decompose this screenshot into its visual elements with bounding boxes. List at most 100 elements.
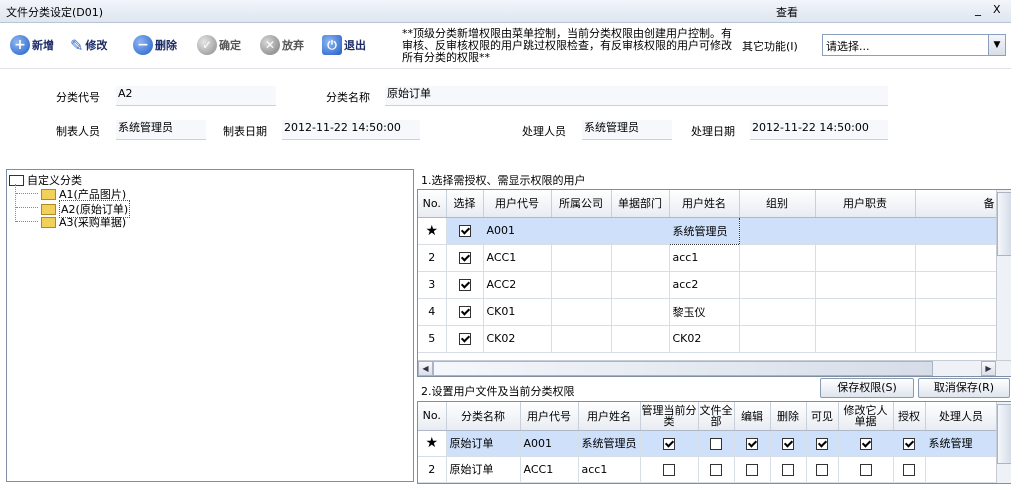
user-code-cell[interactable]: ACC1 — [483, 244, 552, 272]
checkbox[interactable] — [746, 463, 758, 476]
checkbox[interactable] — [710, 463, 722, 476]
remark-cell[interactable] — [915, 244, 998, 272]
category-name-field[interactable]: 原始订单 — [385, 86, 888, 106]
scroll-thumb[interactable] — [997, 404, 1011, 464]
user-code-cell[interactable]: CK01 — [483, 298, 552, 326]
col-group[interactable]: 组别 — [739, 190, 816, 218]
col-no[interactable]: No. — [418, 402, 447, 431]
col-delete[interactable]: 删除 — [770, 402, 807, 431]
checkbox[interactable] — [859, 437, 872, 450]
user-code-cell[interactable]: A001 — [520, 430, 579, 457]
col-manage-category[interactable]: 管理当前分类 — [640, 402, 699, 431]
handler-cell[interactable]: 系统管理 — [925, 430, 998, 457]
user-name-cell[interactable]: acc2 — [669, 271, 740, 299]
duty-cell[interactable] — [815, 244, 916, 272]
confirm-button[interactable]: ✓ 确定 — [197, 34, 241, 56]
edit-button[interactable]: ✎ 修改 — [70, 34, 107, 56]
dept-cell[interactable] — [611, 298, 670, 326]
table-row[interactable]: 5 CK02 CK02 — [418, 325, 998, 353]
checkbox[interactable] — [746, 437, 758, 450]
col-category-name[interactable]: 分类名称 — [446, 402, 521, 431]
checkbox[interactable] — [782, 463, 794, 476]
grant-cell[interactable] — [893, 430, 926, 457]
view-menu[interactable]: 查看 — [776, 4, 798, 20]
checkbox[interactable] — [458, 333, 471, 345]
creator-field[interactable]: 系统管理员 — [116, 120, 206, 140]
all-files-cell[interactable] — [698, 430, 735, 457]
dept-cell[interactable] — [611, 271, 670, 299]
row-checkbox[interactable] — [446, 244, 484, 272]
modify-others-cell[interactable] — [838, 430, 894, 457]
duty-cell[interactable] — [815, 298, 916, 326]
tree-node-a3[interactable]: A3(采购单据) — [41, 214, 126, 230]
dept-cell[interactable] — [611, 325, 670, 353]
cancel-save-button[interactable]: 取消保存(R) — [918, 378, 1010, 398]
user-code-cell[interactable]: ACC1 — [520, 456, 579, 483]
col-remark[interactable]: 备 — [915, 190, 998, 218]
dept-cell[interactable] — [611, 217, 670, 245]
col-handler[interactable]: 处理人员 — [925, 402, 998, 431]
col-edit[interactable]: 编辑 — [734, 402, 771, 431]
col-grant[interactable]: 授权 — [893, 402, 926, 431]
col-user-name[interactable]: 用户姓名 — [578, 402, 641, 431]
duty-cell[interactable] — [815, 325, 916, 353]
col-user-code[interactable]: 用户代号 — [483, 190, 552, 218]
visible-cell[interactable] — [806, 456, 839, 483]
col-no[interactable]: No. — [418, 190, 447, 218]
col-visible[interactable]: 可见 — [806, 402, 839, 431]
row-checkbox[interactable] — [446, 271, 484, 299]
scroll-thumb[interactable] — [997, 192, 1011, 256]
user-code-cell[interactable]: CK02 — [483, 325, 552, 353]
remark-cell[interactable] — [915, 217, 998, 245]
manage-cell[interactable] — [640, 430, 699, 457]
table-row[interactable]: ★ A001 系统管理员 — [418, 216, 998, 245]
modify-others-cell[interactable] — [838, 456, 894, 483]
discard-button[interactable]: ✕ 放弃 — [260, 34, 304, 56]
handler-cell[interactable] — [925, 456, 998, 483]
checkbox[interactable] — [710, 437, 722, 450]
scroll-left-icon[interactable]: ◀ — [418, 361, 433, 376]
col-company[interactable]: 所属公司 — [551, 190, 612, 218]
delete-cell[interactable] — [770, 456, 807, 483]
row-checkbox[interactable] — [446, 325, 484, 353]
dept-cell[interactable] — [611, 244, 670, 272]
delete-cell[interactable] — [770, 430, 807, 457]
user-name-cell[interactable]: acc1 — [669, 244, 740, 272]
col-user-name[interactable]: 用户姓名 — [669, 190, 740, 218]
checkbox[interactable] — [859, 463, 872, 476]
minimize-button[interactable]: _ — [975, 2, 981, 16]
table-row[interactable]: 3 ACC2 acc2 — [418, 271, 998, 299]
user-name-cell[interactable]: 黎玉仪 — [669, 298, 740, 326]
duty-cell[interactable] — [815, 271, 916, 299]
user-code-cell[interactable]: A001 — [483, 217, 552, 245]
edit-cell[interactable] — [734, 430, 771, 457]
col-all-files[interactable]: 文件全部 — [698, 402, 735, 431]
user-name-cell[interactable]: CK02 — [669, 325, 740, 353]
checkbox[interactable] — [903, 463, 915, 476]
company-cell[interactable] — [551, 325, 612, 353]
user-name-cell[interactable]: 系统管理员 — [578, 430, 641, 457]
created-date-field[interactable]: 2012-11-22 14:50:00 — [282, 120, 420, 140]
users-horizontal-scrollbar[interactable]: ◀ ▶ — [418, 360, 1011, 376]
checkbox[interactable] — [782, 437, 794, 450]
delete-button[interactable]: − 删除 — [133, 34, 177, 56]
user-name-cell[interactable]: 系统管理员 — [668, 216, 740, 245]
scroll-thumb[interactable] — [433, 361, 933, 376]
chevron-down-icon[interactable]: ▼ — [988, 35, 1005, 55]
all-files-cell[interactable] — [698, 456, 735, 483]
permissions-vertical-scrollbar[interactable] — [996, 402, 1011, 483]
category-code-field[interactable]: A2 — [116, 86, 276, 106]
checkbox[interactable] — [458, 252, 471, 264]
company-cell[interactable] — [551, 217, 612, 245]
grant-cell[interactable] — [893, 456, 926, 483]
duty-cell[interactable] — [815, 217, 916, 245]
checkbox[interactable] — [458, 225, 471, 237]
category-cell[interactable]: 原始订单 — [446, 430, 521, 457]
table-row[interactable]: 2 ACC1 acc1 — [418, 244, 998, 272]
table-row[interactable]: 2 原始订单 ACC1 acc1 — [418, 456, 998, 483]
manage-cell[interactable] — [640, 456, 699, 483]
col-select[interactable]: 选择 — [446, 190, 484, 218]
remark-cell[interactable] — [915, 298, 998, 326]
checkbox[interactable] — [458, 306, 471, 318]
company-cell[interactable] — [551, 271, 612, 299]
